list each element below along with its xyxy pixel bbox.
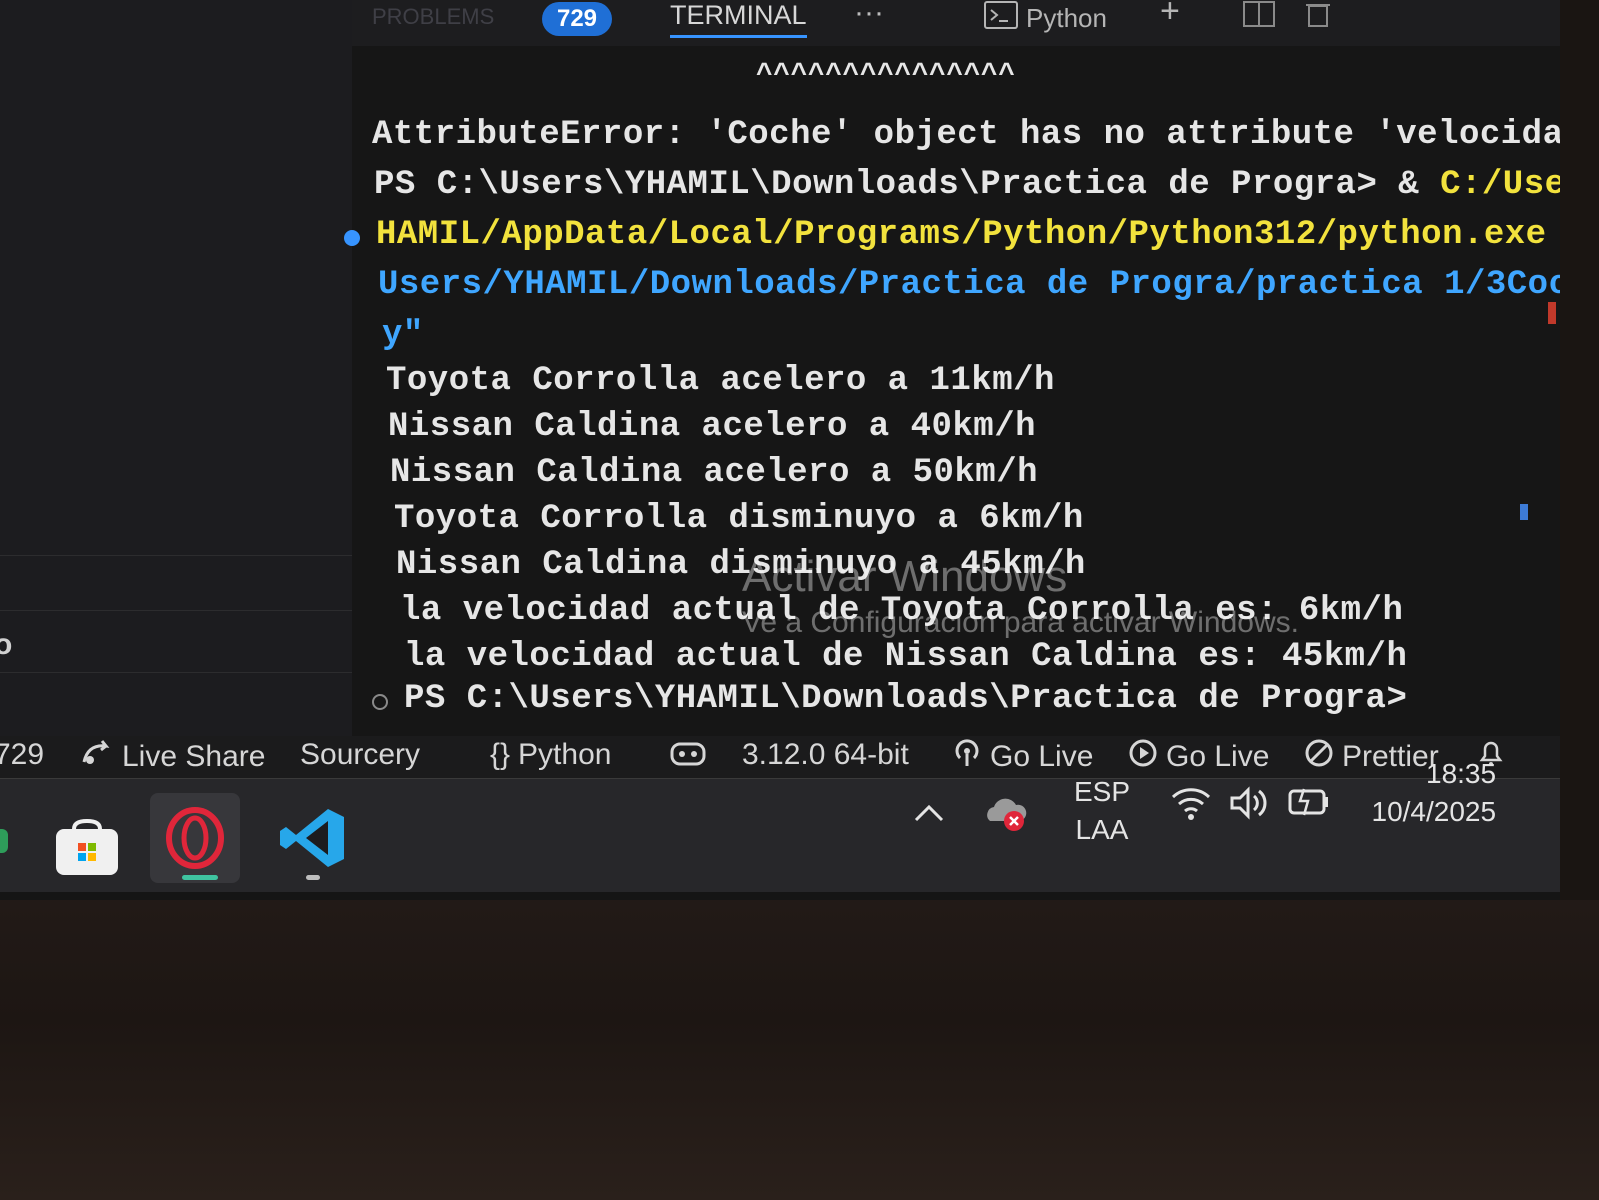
play-circle-icon xyxy=(1128,738,1158,776)
go-live-button-1[interactable]: Go Live xyxy=(952,738,1093,776)
input-language-indicator[interactable]: ESP LAA xyxy=(1074,773,1130,849)
clock[interactable]: 18:35 10/4/2025 xyxy=(1364,755,1497,831)
terminal-icon xyxy=(984,0,1018,37)
tab-problems[interactable]: PROBLEMS xyxy=(372,4,494,30)
sidebar-divider xyxy=(0,610,352,611)
opera-button[interactable] xyxy=(150,793,240,883)
vscode-icon[interactable] xyxy=(278,805,348,880)
copilot-icon[interactable] xyxy=(668,738,708,768)
activate-windows-title: Activar Windows xyxy=(742,552,1068,601)
sidebar-section-fragment[interactable]: o xyxy=(0,628,12,662)
output-line: la velocidad actual de Nissan Caldina es… xyxy=(404,638,1408,676)
prompt-status-dot[interactable] xyxy=(372,694,388,710)
broadcast-icon xyxy=(952,738,982,776)
terminal-shell-name: Python xyxy=(1026,3,1107,33)
terminal-output[interactable]: ^^^^^^^^^^^^^^^ AttributeError: 'Coche' … xyxy=(344,46,1560,736)
sidebar-divider xyxy=(0,672,352,673)
error-line: AttributeError: 'Coche' object has no at… xyxy=(372,116,1560,154)
go-live-button-2[interactable]: Go Live xyxy=(1128,738,1269,776)
show-hidden-icons-chevron-icon[interactable] xyxy=(912,799,946,831)
opera-icon xyxy=(164,807,226,874)
new-terminal-button[interactable]: + xyxy=(1160,0,1180,31)
prompt-line: PS C:\Users\YHAMIL\Downloads\Practica de… xyxy=(404,680,1408,718)
clock-time: 18:35 xyxy=(1426,758,1497,789)
explorer-sidebar: o xyxy=(0,0,353,740)
command-line-1: PS C:\Users\YHAMIL\Downloads\Practica de… xyxy=(374,166,1560,204)
microsoft-store-icon[interactable] xyxy=(54,818,120,882)
output-line: Nissan Caldina acelero a 50km/h xyxy=(390,454,1039,492)
wifi-icon[interactable] xyxy=(1170,785,1212,828)
scrollbar-error-marker xyxy=(1548,302,1556,324)
command-line-3: Users/YHAMIL/Downloads/Practica de Progr… xyxy=(378,266,1560,304)
output-line: Toyota Corrolla disminuyo a 6km/h xyxy=(394,500,1084,538)
scrollbar-marker xyxy=(1520,504,1528,520)
more-tabs-button[interactable]: ··· xyxy=(854,0,884,30)
split-terminal-icon[interactable] xyxy=(1242,0,1276,35)
live-share-icon xyxy=(80,738,114,776)
panel-header: PROBLEMS 729 TERMINAL ··· Python + xyxy=(352,0,1560,46)
python-interpreter-button[interactable]: 3.12.0 64-bit xyxy=(742,738,909,772)
laptop-screen: o PROBLEMS 729 TERMINAL ··· Python + ^^^… xyxy=(0,0,1560,919)
command-line-2: HAMIL/AppData/Local/Programs/Python/Pyth… xyxy=(376,216,1547,254)
command-status-dot[interactable] xyxy=(344,230,360,246)
windows-taskbar: ESP LAA 18:35 10/4/2025 xyxy=(0,758,1560,892)
prohibited-icon xyxy=(1304,738,1334,776)
clock-date: 10/4/2025 xyxy=(1371,796,1497,827)
status-bar: 729 Live Share Sourcery {} Python 3.12.0… xyxy=(0,736,1560,778)
volume-icon[interactable] xyxy=(1228,785,1270,828)
sidebar-divider xyxy=(0,555,352,556)
active-indicator xyxy=(182,875,218,880)
sourcery-button[interactable]: Sourcery xyxy=(300,738,420,772)
live-share-button[interactable]: Live Share xyxy=(80,738,265,776)
error-carets: ^^^^^^^^^^^^^^^ xyxy=(756,60,1016,91)
app-icon-partial[interactable] xyxy=(0,829,8,853)
command-line-4: y" xyxy=(382,316,424,354)
language-mode-button[interactable]: {} Python xyxy=(490,738,611,772)
battery-icon[interactable] xyxy=(1286,783,1332,826)
trash-icon[interactable] xyxy=(1304,0,1332,35)
running-indicator xyxy=(306,875,320,880)
output-line: Nissan Caldina acelero a 40km/h xyxy=(388,408,1037,446)
onedrive-error-icon[interactable] xyxy=(984,793,1030,840)
activate-windows-subtitle: Ve a Configuración para activar Windows. xyxy=(742,606,1299,639)
tab-terminal[interactable]: TERMINAL xyxy=(670,0,807,38)
desk-background xyxy=(0,900,1599,1200)
status-count[interactable]: 729 xyxy=(0,738,44,772)
terminal-shell-selector[interactable]: Python xyxy=(984,0,1107,37)
problems-count-badge: 729 xyxy=(542,2,612,36)
output-line: Toyota Corrolla acelero a 11km/h xyxy=(386,362,1055,400)
braces-icon: {} xyxy=(490,738,511,771)
